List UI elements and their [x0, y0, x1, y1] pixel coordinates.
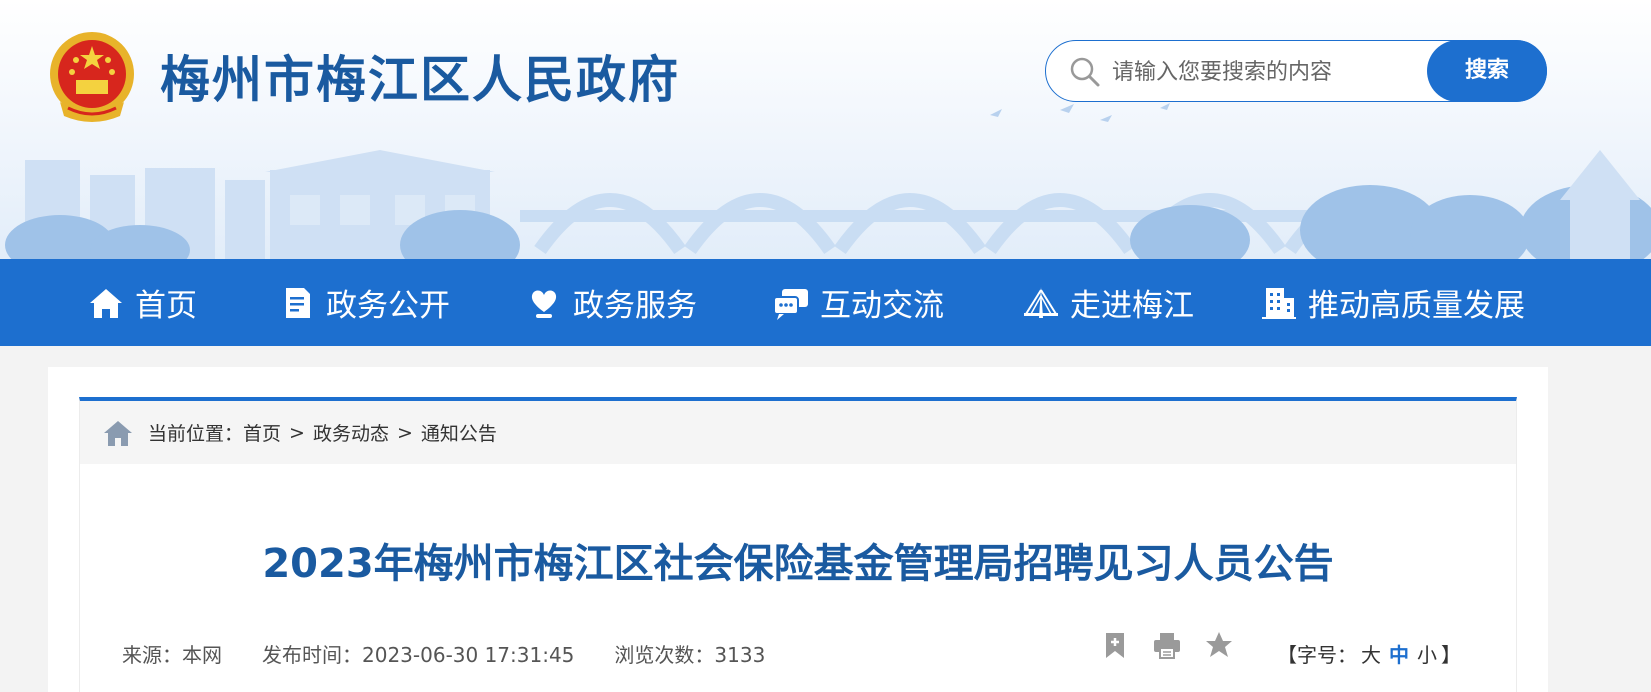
nav-item-label: 推动高质量发展 [1308, 288, 1525, 324]
breadcrumb-prefix: 当前位置： [148, 423, 244, 445]
main-nav: 首页 政务公开 政务服务 互动交流 走进梅江 推动高质量发展 [0, 259, 1651, 346]
nav-item-label: 首页 [135, 288, 197, 324]
search-input[interactable] [1112, 51, 1412, 93]
search-box: 搜索 [1045, 40, 1547, 102]
breadcrumb-separator: > [289, 421, 305, 444]
article-source: 来源：本网 [122, 643, 222, 667]
font-size-suffix: 】 [1441, 643, 1461, 667]
nav-item-gov-affairs-public[interactable]: 政务公开 [278, 259, 450, 346]
nav-item-explore-meijiang[interactable]: 走进梅江 [1022, 259, 1194, 346]
article-view-count: 浏览次数：3133 [614, 643, 766, 667]
nav-item-label: 政务服务 [573, 288, 697, 324]
breadcrumb-link-gov-news[interactable]: 政务动态 [313, 419, 389, 446]
font-size-prefix: 【字号： [1277, 643, 1357, 667]
breadcrumb-link-notices[interactable]: 通知公告 [421, 419, 497, 446]
font-size-control: 【字号： 大 中 小 】 [1277, 639, 1461, 668]
breadcrumb: 当前位置： 首页 > 政务动态 > 通知公告 [80, 401, 1516, 464]
nav-item-label: 走进梅江 [1070, 288, 1194, 324]
home-icon [90, 288, 122, 318]
font-size-small[interactable]: 小 [1417, 639, 1437, 668]
search-icon [1070, 57, 1100, 87]
bridge-icon [1024, 286, 1058, 318]
font-size-medium[interactable]: 中 [1389, 639, 1409, 668]
nav-item-label: 互动交流 [820, 288, 944, 324]
article-tools [1100, 630, 1256, 660]
font-size-large[interactable]: 大 [1361, 639, 1381, 668]
city-skyline-illustration [5, 103, 1651, 259]
breadcrumb-link-home[interactable]: 首页 [243, 419, 281, 446]
site-title: 梅州市梅江区人民政府 [160, 51, 680, 109]
print-icon[interactable] [1152, 630, 1182, 660]
heart-hand-icon [531, 290, 557, 318]
nav-item-gov-services[interactable]: 政务服务 [525, 259, 697, 346]
breadcrumb-separator: > [396, 421, 413, 444]
search-button[interactable]: 搜索 [1427, 40, 1547, 102]
article-meta: 来源：本网 发布时间：2023-06-30 17:31:45 浏览次数：3133 [122, 639, 805, 668]
nav-item-home[interactable]: 首页 [87, 259, 197, 346]
article-publish-time: 发布时间：2023-06-30 17:31:45 [262, 643, 575, 667]
star-icon[interactable] [1204, 630, 1234, 660]
chat-icon [773, 288, 808, 320]
building-icon [1262, 287, 1296, 319]
article-container: 当前位置： 首页 > 政务动态 > 通知公告 2023年梅州市梅江区社会保险基金… [79, 397, 1517, 692]
nav-item-interaction[interactable]: 互动交流 [772, 259, 944, 346]
bookmark-icon[interactable] [1100, 630, 1130, 660]
national-emblem-icon [50, 32, 134, 122]
home-icon [104, 420, 132, 446]
nav-item-label: 政务公开 [326, 288, 450, 324]
site-header: 梅州市梅江区人民政府 搜索 [0, 0, 1651, 259]
document-icon [286, 287, 310, 318]
article-title: 2023年梅州市梅江区社会保险基金管理局招聘见习人员公告 [262, 541, 1334, 587]
nav-item-high-quality-development[interactable]: 推动高质量发展 [1260, 259, 1525, 346]
